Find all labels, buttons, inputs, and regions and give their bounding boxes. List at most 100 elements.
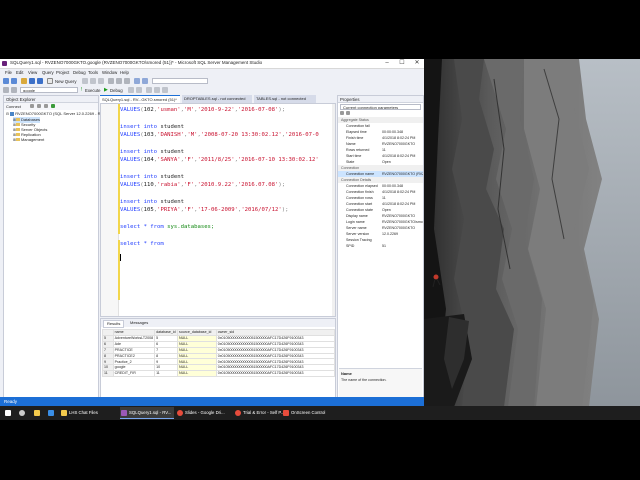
menu-tools[interactable]: Tools: [88, 70, 98, 75]
table-row[interactable]: 11 CREDIT_FIR 11 NULL 0x01050000000000051500…: [102, 370, 335, 378]
new-query-icon[interactable]: [47, 78, 53, 84]
comment-icon[interactable]: [162, 87, 168, 93]
tab-tables[interactable]: TABLES.sql - not connected: [254, 95, 316, 103]
db-engine-query-icon[interactable]: [82, 78, 88, 84]
taskbar-ssms[interactable]: SQLQuery1.sql - RV...: [120, 407, 174, 419]
table-cell[interactable]: NULL: [177, 370, 217, 378]
properties-object-dropdown[interactable]: Current connection parameters: [340, 104, 421, 110]
results-grid-icon[interactable]: [154, 87, 160, 93]
back-icon[interactable]: [3, 78, 9, 84]
execute-icon[interactable]: !: [81, 87, 82, 93]
edge-icon: [48, 410, 54, 416]
close-button[interactable]: ✕: [410, 59, 424, 68]
sql-string: '2010.9.22': [197, 182, 235, 188]
taskbar-label: SQLQuery1.sql - RV...: [129, 410, 172, 415]
taskbar-lhs-chat-files[interactable]: LHS Chat Files: [60, 407, 118, 419]
categorized-icon[interactable]: [340, 111, 344, 115]
column-header[interactable]: database_id: [154, 329, 179, 336]
sql-string: 'rabia': [157, 182, 181, 188]
menu-query[interactable]: Query: [42, 70, 54, 75]
tab-droptables[interactable]: DROPTABLES.sql - not connected: [182, 95, 252, 103]
filter-icon[interactable]: [44, 104, 48, 108]
copy-icon[interactable]: [116, 78, 122, 84]
forward-icon[interactable]: [11, 78, 17, 84]
sql-number: 102: [143, 107, 154, 113]
start-button[interactable]: [4, 407, 16, 419]
edge-button[interactable]: [47, 407, 59, 419]
menu-window[interactable]: Window: [102, 70, 117, 75]
table-row[interactable]: 5 AdventureWorksLT2008 5 NULL 0x010500000000…: [102, 334, 335, 342]
column-header[interactable]: source_database_id: [177, 329, 217, 336]
editor-vertical-scrollbar[interactable]: [332, 104, 335, 316]
display-plan-icon[interactable]: [146, 87, 152, 93]
menu-bar: File Edit View Query Project Debug Tools…: [0, 69, 424, 77]
maximize-button[interactable]: ☐: [395, 59, 409, 68]
results-grid[interactable]: name database_id source_database_id owne…: [102, 329, 335, 378]
solution-config-dropdown[interactable]: [152, 78, 208, 84]
taskbar-trial-error[interactable]: Trial & Error - Self P...: [234, 407, 284, 419]
tab-results[interactable]: Results: [103, 320, 125, 328]
disconnect-icon[interactable]: [30, 104, 34, 108]
property-row[interactable]: SPID 51: [338, 243, 423, 249]
dmx-query-icon[interactable]: [98, 78, 104, 84]
menu-view[interactable]: View: [28, 70, 37, 75]
table-cell[interactable]: AdventureWorksLT2008: [112, 334, 156, 342]
cancel-query-icon[interactable]: [128, 87, 134, 93]
collapse-icon[interactable]: ⊟: [6, 112, 9, 116]
code-line-values: VALUES(103,'DANISH','M','2008-07-20 13:3…: [120, 132, 319, 138]
tree-item-management[interactable]: ⊞ Management: [13, 137, 44, 143]
refresh-icon[interactable]: [51, 104, 55, 108]
cut-icon[interactable]: [108, 78, 114, 84]
stop-icon[interactable]: [37, 104, 41, 108]
query-editor[interactable]: VALUES(102,'usman','M','2010-9-22','2016…: [100, 103, 336, 317]
open-file-icon[interactable]: [21, 78, 27, 84]
paste-icon[interactable]: [124, 78, 130, 84]
taskbar-slides[interactable]: Slides - Google Dri...: [176, 407, 232, 419]
minimize-button[interactable]: –: [380, 59, 394, 68]
table-cell[interactable]: 11: [102, 370, 114, 378]
object-explorer-title: Object Explorer: [4, 96, 98, 103]
editor-margin: [101, 104, 119, 316]
menu-edit[interactable]: Edit: [16, 70, 23, 75]
object-explorer-pane: Object Explorer Connect ⊟ RVZENO7000GKTO…: [3, 95, 100, 398]
table-cell[interactable]: CREDIT_FIR: [112, 370, 156, 378]
title-bar: SQLQuery1.sql - RVZENO7000GKTO.google (R…: [0, 59, 424, 69]
menu-file[interactable]: File: [5, 70, 12, 75]
change-connection-icon[interactable]: [11, 87, 17, 93]
table-cell[interactable]: 0x01050000000000051500000AFC17D426F91003…: [215, 370, 335, 378]
tab-sqlquery1[interactable]: SQLQuery1.sql - RV...GKTO.smored (51)*: [100, 95, 180, 103]
debug-icon[interactable]: ▶: [104, 87, 108, 93]
mdx-query-icon[interactable]: [90, 78, 96, 84]
debug-button[interactable]: Debug: [110, 88, 123, 93]
sql-string: 'M': [187, 132, 198, 138]
redo-icon[interactable]: [142, 78, 148, 84]
menu-debug[interactable]: Debug: [73, 70, 86, 75]
tab-messages[interactable]: Messages: [127, 320, 151, 326]
execute-button[interactable]: Execute: [85, 88, 101, 93]
taskbar-onscreen-control[interactable]: OnScreen Control: [282, 407, 332, 419]
window-title: SQLQuery1.sql - RVZENO7000GKTO.google (R…: [10, 60, 263, 65]
connect-dropdown[interactable]: Connect: [6, 104, 21, 109]
sql-keyword: insert into: [120, 149, 158, 155]
climber-figure: [433, 274, 439, 280]
table-cell[interactable]: 11: [154, 370, 179, 378]
parse-icon[interactable]: [136, 87, 142, 93]
sql-string: 'PRIYA': [157, 207, 181, 213]
alphabetical-icon[interactable]: [346, 111, 350, 115]
save-icon[interactable]: [29, 78, 35, 84]
new-query-button[interactable]: New Query: [55, 79, 77, 84]
standard-toolbar: New Query: [0, 77, 424, 86]
search-button[interactable]: [18, 407, 30, 419]
code-line-insert: insert into student: [120, 198, 184, 206]
menu-help[interactable]: Help: [120, 70, 129, 75]
undo-icon[interactable]: [134, 78, 140, 84]
sql-keyword: VALUES: [120, 207, 141, 213]
connect-icon[interactable]: [3, 87, 9, 93]
menu-project[interactable]: Project: [56, 70, 69, 75]
ssms-window: SQLQuery1.sql - RVZENO7000GKTO.google (R…: [0, 59, 424, 407]
code-line-values: VALUES(102,'usman','M','2010-9-22','2016…: [120, 107, 286, 113]
folder-icon: [61, 410, 67, 416]
file-explorer-button[interactable]: [33, 407, 45, 419]
database-select[interactable]: google: [20, 87, 78, 93]
save-all-icon[interactable]: [37, 78, 43, 84]
